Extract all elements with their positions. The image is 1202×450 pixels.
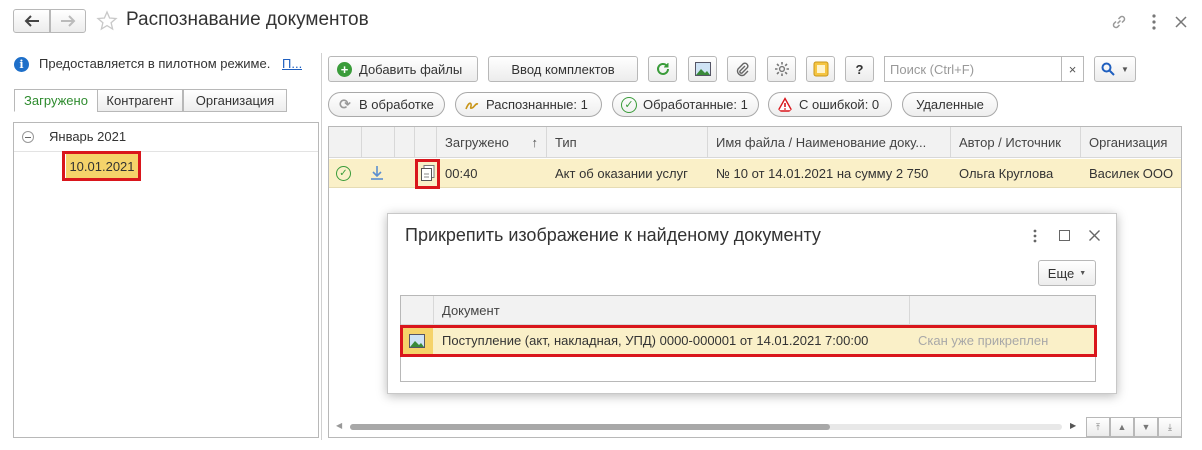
filter-processing[interactable]: ⟳ В обработке (328, 92, 445, 117)
refresh-button[interactable] (648, 56, 677, 82)
dialog-col-document[interactable]: Документ (434, 296, 910, 325)
close-icon[interactable] (1173, 14, 1189, 30)
arrow-right-icon (61, 15, 76, 27)
dialog-col-icon (401, 296, 434, 325)
gear-icon (774, 62, 789, 76)
link-icon[interactable] (1110, 13, 1128, 31)
signature-icon (465, 101, 479, 109)
settings-button[interactable] (767, 56, 796, 82)
col-attach (395, 127, 415, 158)
attach-button[interactable] (727, 56, 756, 82)
col-uploaded[interactable]: Загружено ↑ (437, 127, 547, 158)
highlight-tree-item (62, 151, 141, 181)
image-icon (694, 62, 711, 76)
filter-processed-label: Обработанные: 1 (643, 97, 748, 112)
sort-arrow-icon: ↑ (531, 135, 539, 150)
panel-splitter[interactable] (321, 53, 322, 440)
col-uploaded-label: Загружено (445, 135, 509, 150)
tab-uploaded[interactable]: Загружено (14, 89, 98, 112)
refresh-icon (656, 62, 669, 75)
info-link[interactable]: П... (282, 56, 302, 71)
col-organization[interactable]: Организация (1081, 127, 1181, 158)
col-type[interactable]: Тип (547, 127, 708, 158)
status-ok-icon: ✓ (336, 166, 351, 181)
tab-counterparty[interactable]: Контрагент (97, 89, 183, 112)
filter-processed[interactable]: ✓ Обработанные: 1 (612, 92, 759, 117)
input-set-button[interactable]: Ввод комплектов (488, 56, 638, 82)
page-title: Распознавание документов (126, 9, 369, 30)
tree-row-divider (14, 151, 318, 152)
info-icon: i (14, 57, 29, 72)
info-text: Предоставляется в пилотном режиме. (39, 56, 271, 71)
cell-organization: Василек ООО (1089, 166, 1174, 181)
dialog-maximize-icon[interactable] (1059, 230, 1070, 241)
star-icon[interactable] (96, 10, 118, 32)
image-button[interactable] (688, 56, 717, 82)
plus-icon: + (337, 61, 352, 77)
col-download (362, 127, 395, 158)
report-icon (813, 61, 828, 77)
arrow-left-icon (24, 15, 39, 27)
filter-errors-label: С ошибкой: 0 (799, 97, 880, 112)
tab-organization[interactable]: Организация (183, 89, 287, 112)
dialog-col-status[interactable] (910, 296, 1095, 325)
report-button[interactable] (806, 56, 835, 82)
tree-group-january[interactable]: Январь 2021 (49, 129, 126, 144)
refresh-gray-icon: ⟳ (339, 96, 351, 112)
warning-icon (777, 96, 793, 112)
dialog-more-button[interactable]: Еще ▼ (1038, 260, 1096, 286)
scroll-top-button[interactable]: ⤒ (1086, 417, 1110, 437)
filter-recognized[interactable]: Распознанные: 1 (455, 92, 602, 117)
check-circle-icon: ✓ (621, 96, 637, 113)
dialog-menu-icon[interactable] (1031, 228, 1039, 244)
dialog-close-icon[interactable] (1088, 229, 1101, 242)
back-button[interactable] (13, 9, 50, 33)
search-clear-button[interactable]: × (1061, 56, 1084, 82)
collapse-icon[interactable] (22, 131, 34, 143)
scroll-left-arrow[interactable]: ◀ (336, 421, 342, 430)
col-status (329, 127, 362, 158)
filter-recognized-label: Распознанные: 1 (486, 97, 588, 112)
dialog-more-label: Еще (1047, 265, 1075, 281)
cell-author: Ольга Круглова (959, 166, 1054, 181)
help-button[interactable]: ? (845, 56, 874, 82)
search-input[interactable]: Поиск (Ctrl+F) (884, 56, 1062, 82)
cell-filename: № 10 от 14.01.2021 на сумму 2 750 (716, 166, 929, 181)
col-author[interactable]: Автор / Источник (951, 127, 1081, 158)
more-vert-icon[interactable] (1150, 13, 1158, 31)
col-scan (415, 127, 437, 158)
chevron-down-icon: ▼ (1079, 269, 1087, 277)
search-icon (1101, 62, 1115, 76)
cell-uploaded: 00:40 (445, 166, 478, 181)
filter-errors[interactable]: С ошибкой: 0 (768, 92, 892, 117)
forward-button[interactable] (50, 9, 86, 33)
col-filename[interactable]: Имя файла / Наименование доку... (708, 127, 951, 158)
chevron-down-icon: ▼ (1121, 64, 1129, 74)
scroll-down-button[interactable]: ▼ (1134, 417, 1158, 437)
cell-type: Акт об оказании услуг (555, 166, 688, 181)
scroll-up-button[interactable]: ▲ (1110, 417, 1134, 437)
scroll-bottom-button[interactable]: ⤓ (1158, 417, 1182, 437)
paperclip-icon (736, 62, 748, 77)
filter-processing-label: В обработке (359, 97, 434, 112)
highlight-dialog-row (400, 325, 1097, 357)
download-icon[interactable] (370, 165, 384, 181)
scrollbar-thumb[interactable] (350, 424, 830, 430)
search-button[interactable]: ▼ (1094, 56, 1136, 82)
dialog-title: Прикрепить изображение к найденому докум… (405, 225, 821, 245)
filter-deleted[interactable]: Удаленные (902, 92, 998, 117)
date-tree (13, 122, 319, 438)
add-files-label: Добавить файлы (359, 61, 463, 77)
scroll-right-arrow[interactable]: ▶ (1070, 421, 1076, 430)
add-files-button[interactable]: + Добавить файлы (328, 56, 478, 82)
